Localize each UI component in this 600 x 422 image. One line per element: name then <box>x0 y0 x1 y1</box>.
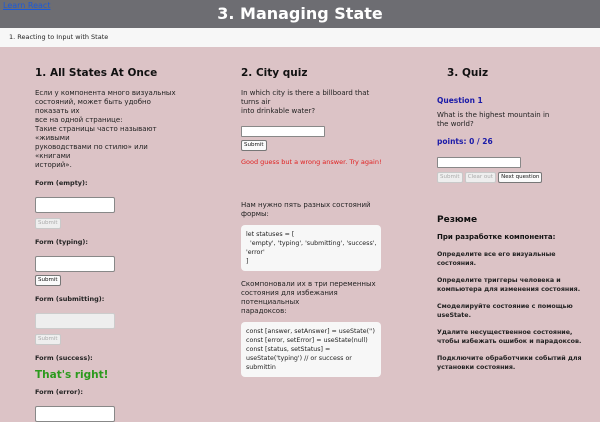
intro-line: Если у компонента много визуальных <box>35 89 176 97</box>
intro-line: историй». <box>35 161 72 169</box>
summary-step-line: состояния. <box>437 260 477 267</box>
clear-out-button[interactable]: Clear out <box>464 172 496 183</box>
success-message: That's right! <box>35 369 109 381</box>
summary-step: Смоделируйте состояние с помощью useStat… <box>437 302 582 320</box>
points-counter: points: 0 / 26 <box>437 137 493 146</box>
code-line: useState('typing') // or success or <box>246 355 352 362</box>
summary-step: Удалите несущественное состояние, чтобы … <box>437 328 582 346</box>
code-line: let statuses = [ <box>246 231 295 238</box>
combined-intro-line: Скомпоновали их в три переменных <box>241 280 376 288</box>
section-title-all-states: 1. All States At Once <box>35 67 158 79</box>
city-answer-input[interactable] <box>241 126 325 137</box>
form-submitting-textarea[interactable] <box>35 313 115 329</box>
subheader-label: 1. Reacting to Input with State <box>9 33 109 41</box>
summary-subtitle: При разработке компонента: <box>437 233 556 241</box>
code-line: const [error, setError] = useState(null) <box>246 337 368 344</box>
city-question-line: In which city is there a billboard that … <box>241 89 370 106</box>
summary-step: Определите триггеры человека и компьютер… <box>437 276 582 294</box>
combined-intro-line: парадоксов: <box>241 307 287 315</box>
city-quiz-section: 2. City quiz In which city is there a bi… <box>241 67 383 377</box>
summary-step-line: чтобы избежать ошибок и парадоксов. <box>437 338 582 345</box>
summary-step: Определите все его визуальные состояния. <box>437 250 582 268</box>
city-question-line: into drinkable water? <box>241 107 316 115</box>
section-title-city-quiz: 2. City quiz <box>241 67 308 79</box>
summary-step-line: Удалите несущественное состояние, <box>437 329 573 336</box>
code-line: 'error' <box>246 249 265 256</box>
summary-step-line: Определите все его визуальные <box>437 251 556 258</box>
summary-step-line: Подключите обработчики событий для <box>437 355 582 362</box>
summary-step-line: Смоделируйте состояние с помощью <box>437 303 573 310</box>
code-line: const [answer, setAnswer] = useState('') <box>246 328 376 335</box>
form-typing-label: Form (typing): <box>35 238 88 246</box>
quiz-question-line: the world? <box>437 120 474 128</box>
intro-line: состояний, может быть удобно показать их <box>35 98 151 115</box>
form-empty-textarea[interactable] <box>35 197 115 213</box>
quiz-answer-input[interactable] <box>437 157 521 168</box>
code-line: 'empty', 'typing', 'submitting', 'succes… <box>246 240 377 247</box>
summary-step-line: useState. <box>437 312 471 319</box>
form-error-textarea[interactable] <box>35 406 115 422</box>
form-typing-submit-button[interactable]: Submit <box>35 275 61 286</box>
summary-step: Подключите обработчики событий для устан… <box>437 354 582 372</box>
intro-line: Такие страницы часто называют «живыми <box>35 125 157 142</box>
city-submit-button[interactable]: Submit <box>241 140 267 151</box>
form-success-label: Form (success): <box>35 354 93 362</box>
page-title: 3. Managing State <box>217 4 383 23</box>
summary-step-line: компьютера для изменения состояния. <box>437 286 581 293</box>
code-line: ] <box>246 258 249 265</box>
intro-line: все на одной странице: <box>35 116 123 124</box>
statuses-code-block: let statuses = [ 'empty', 'typing', 'sub… <box>241 225 381 271</box>
quiz-question-line: What is the highest mountain in <box>437 111 550 119</box>
summary-step-line: Определите триггеры человека и <box>437 277 561 284</box>
statuses-intro: Нам нужно пять разных состояний формы: <box>241 201 371 218</box>
code-line: submittin <box>246 364 276 371</box>
intro-line: руководствами по стилю» или «книгами <box>35 143 148 160</box>
quiz-section: 3. Quiz Question 1 What is the highest m… <box>437 67 582 372</box>
form-error-label: Form (error): <box>35 388 83 396</box>
section-title-quiz: 3. Quiz <box>447 67 489 79</box>
code-line: const [status, setStatus] = <box>246 346 331 353</box>
subheader-bar: 1. Reacting to Input with State <box>0 28 600 47</box>
all-states-section: 1. All States At Once Если у компонента … <box>35 67 180 422</box>
combined-intro-line: состояния для избежания потенциальных <box>241 289 338 306</box>
summary-title: Резюме <box>437 215 478 225</box>
next-question-button[interactable]: Next question <box>498 172 543 183</box>
form-empty-submit-button[interactable]: Submit <box>35 218 61 229</box>
quiz-submit-button[interactable]: Submit <box>437 172 463 183</box>
form-submitting-label: Form (submitting): <box>35 295 105 303</box>
error-message: Good guess but a wrong answer. Try again… <box>241 158 382 166</box>
top-bar: Learn React 3. Managing State <box>0 0 600 28</box>
question-number: Question 1 <box>437 96 483 105</box>
state-code-block: const [answer, setAnswer] = useState('')… <box>241 322 381 377</box>
form-empty-label: Form (empty): <box>35 179 88 187</box>
summary-step-line: установки состояния. <box>437 364 516 371</box>
form-submitting-submit-button[interactable]: Submit <box>35 334 61 345</box>
form-typing-textarea[interactable] <box>35 256 115 272</box>
